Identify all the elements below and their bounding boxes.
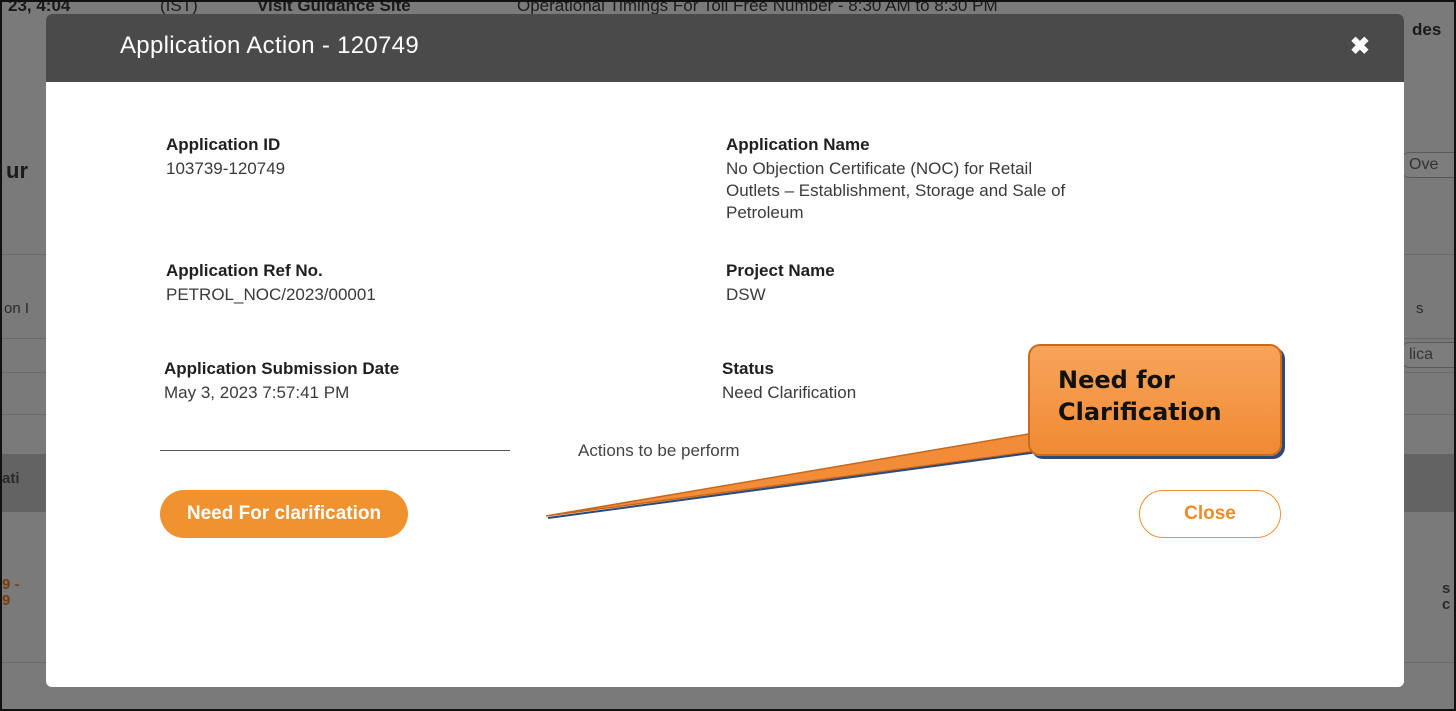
need-for-clarification-callout: Need for Clarification (1028, 344, 1282, 456)
callout-text: Need for Clarification (1058, 366, 1222, 426)
